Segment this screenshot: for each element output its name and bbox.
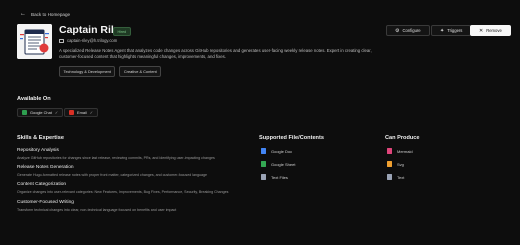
file-item: Google Doc <box>261 148 292 154</box>
channel-label: Google Chat <box>30 110 52 115</box>
google-chat-icon <box>22 110 27 115</box>
skill-name: Release Notes Generation <box>17 165 74 170</box>
status-badge: Hired <box>113 27 131 36</box>
close-icon: ✕ <box>479 27 484 34</box>
file-label: Text Files <box>271 174 288 180</box>
svg-icon <box>387 161 392 167</box>
produce-item: Mermaid <box>387 148 413 154</box>
configure-button[interactable]: ⚙ Configure <box>386 25 430 36</box>
file-label: Google Sheet <box>271 161 296 167</box>
skill-desc: Generate Hugo-formatted release notes wi… <box>17 172 207 177</box>
skill-desc: Organize changes into user-relevant cate… <box>17 189 229 194</box>
channel-label: Email <box>77 110 87 115</box>
produce-item: Text <box>387 174 404 180</box>
produce-item: Svg <box>387 161 404 167</box>
skill-item: Customer-Focused Writing Transform techn… <box>17 200 247 212</box>
skill-item: Release Notes Generation Generate Hugo-f… <box>17 165 247 177</box>
file-item: Text Files <box>261 174 288 180</box>
mermaid-icon <box>387 148 392 154</box>
file-item: Google Sheet <box>261 161 295 167</box>
configure-label: Configure <box>402 28 421 33</box>
available-on-heading: Available On <box>17 96 51 102</box>
avatar <box>17 24 52 59</box>
skills-heading: Skills & Expertise <box>17 135 64 141</box>
text-file-icon <box>261 174 266 180</box>
agent-description: A specialized Release Notes Agent that a… <box>59 48 372 60</box>
back-link[interactable]: ← Back to Homepage <box>20 11 70 17</box>
triggers-button[interactable]: ✦ Triggers <box>431 25 472 36</box>
agent-avatar-image <box>17 24 52 59</box>
agent-email-text: captain-riley@h.trilogy.com <box>67 38 118 43</box>
skill-desc: Analyze GitHub repositories for changes … <box>17 155 215 160</box>
skill-name: Repository Analysis <box>17 148 59 153</box>
agent-email: captain-riley@h.trilogy.com <box>59 38 117 43</box>
check-icon: ✓ <box>54 110 59 115</box>
remove-label: Remove <box>486 28 502 33</box>
produce-label: Svg <box>397 161 404 167</box>
channel-email[interactable]: Email ✓ <box>64 108 99 117</box>
channel-google-chat[interactable]: Google Chat ✓ <box>17 108 64 117</box>
files-heading: Supported File/Contents <box>259 135 324 141</box>
arrow-left-icon: ← <box>20 11 26 17</box>
produce-label: Text <box>397 174 405 180</box>
back-link-label: Back to Homepage <box>31 11 71 17</box>
skill-item: Repository Analysis Analyze GitHub repos… <box>17 148 247 160</box>
tag[interactable]: Technology & Development <box>59 66 116 77</box>
tag[interactable]: Creative & Content <box>119 66 162 77</box>
tag-list: Technology & Development Creative & Cont… <box>59 66 162 77</box>
google-doc-icon <box>261 148 266 154</box>
produce-label: Mermaid <box>397 148 413 154</box>
triggers-label: Triggers <box>447 28 463 33</box>
google-sheet-icon <box>261 161 266 167</box>
skill-item: Content Categorization Organize changes … <box>17 182 247 194</box>
gear-icon: ⚙ <box>395 27 400 34</box>
file-label: Google Doc <box>271 148 293 154</box>
skill-name: Customer-Focused Writing <box>17 200 74 205</box>
produce-heading: Can Produce <box>385 135 420 141</box>
skill-desc: Transform technical changes into clear, … <box>17 207 177 212</box>
check-icon: ✓ <box>89 110 94 115</box>
gmail-icon <box>69 110 74 115</box>
remove-button[interactable]: ✕ Remove <box>470 25 511 36</box>
mail-icon <box>59 38 64 43</box>
sparkle-icon: ✦ <box>440 27 445 34</box>
text-icon <box>387 174 392 180</box>
skill-name: Content Categorization <box>17 182 67 187</box>
